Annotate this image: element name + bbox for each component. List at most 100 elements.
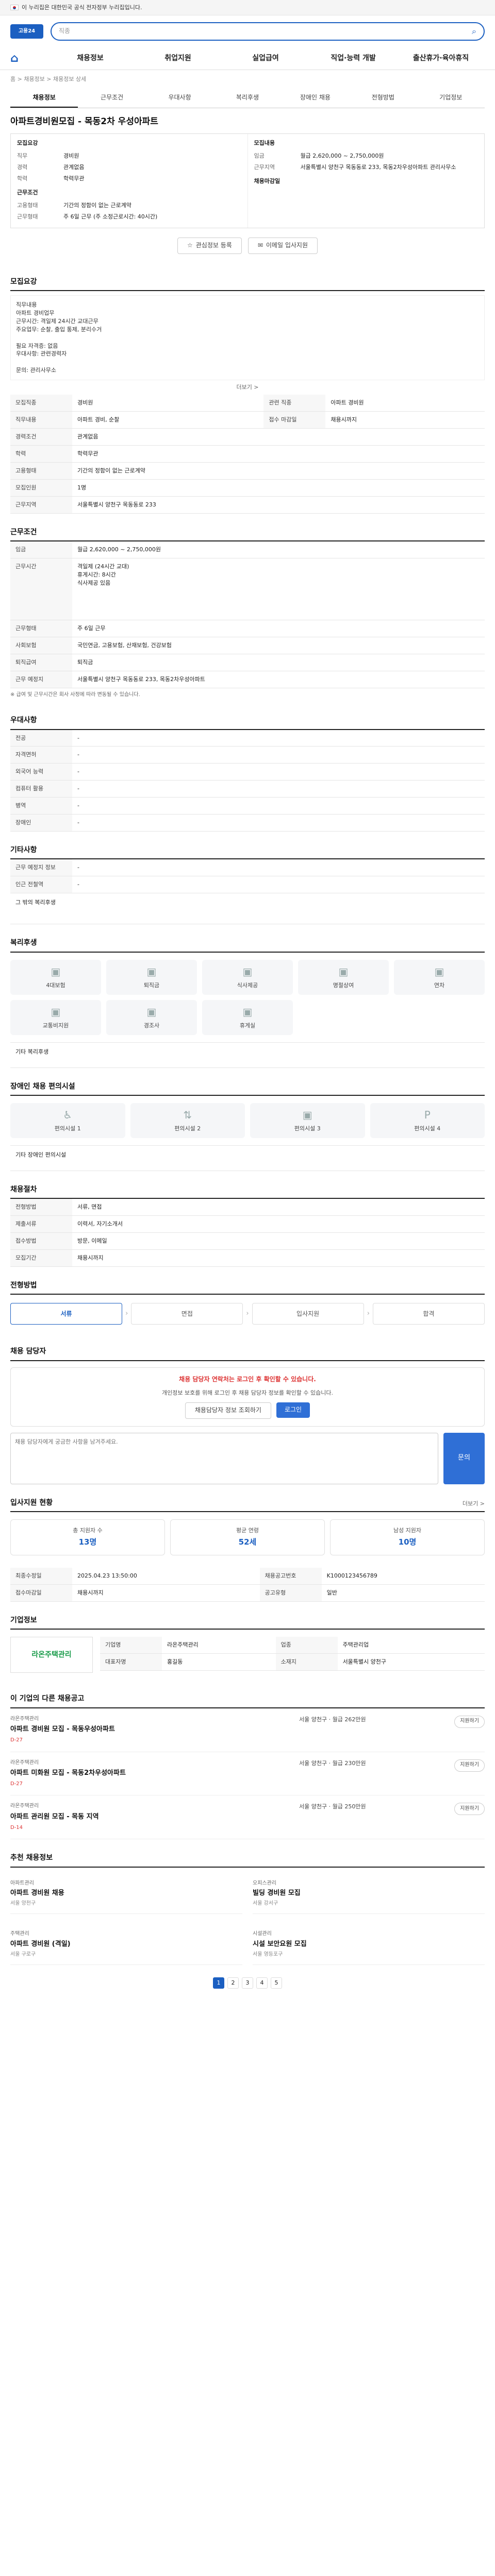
nav-item-leave[interactable]: 출산휴가·육아휴직: [397, 53, 485, 63]
summary-left: 모집요강 직무 경비원 경력 관계없음 학력 학력무관 근무조건 고용형태 기간의 정함…: [11, 134, 248, 228]
near-title[interactable]: 빌딩 경비원 모집: [253, 1889, 485, 1899]
table-key: 최종수정일: [10, 1568, 72, 1585]
tab-process[interactable]: 전형방법: [349, 89, 417, 108]
table-value: 2025.04.23 13:50:00: [72, 1568, 260, 1585]
login-button[interactable]: 로그인: [276, 1402, 310, 1418]
summary-heading: 모집내용: [254, 139, 275, 146]
summary-row: 경력 관계없음: [17, 162, 241, 173]
tab-disabled[interactable]: 장애인 채용: [282, 89, 349, 108]
process-step: 서류: [10, 1303, 123, 1325]
contact-lookup-button[interactable]: 채용담당자 정보 조회하기: [185, 1402, 271, 1419]
work-table: 임금 월급 2,620,000 ~ 2,750,000원 근무시간 격일제 (24시…: [10, 541, 485, 688]
table-key: 직무내용: [10, 411, 72, 429]
favorite-button[interactable]: ☆ 관심정보 등록: [177, 237, 242, 254]
page-button[interactable]: 5: [271, 1977, 282, 1989]
section-title: 장애인 채용 편의시설: [10, 1082, 75, 1091]
meal-icon: ▣: [242, 965, 253, 978]
table-row: 장애인 -: [10, 814, 485, 832]
apply-pill-button[interactable]: 지원하기: [454, 1759, 485, 1772]
nav-item-training[interactable]: 직업·능력 개발: [309, 53, 397, 63]
welfare-extra: 기타 복리후생: [10, 1042, 485, 1068]
list-item[interactable]: 라온주택관리 아파트 미화원 모집 - 목동2차우성아파트 D-27 서울 양천구 …: [10, 1752, 485, 1796]
gift-icon: ▣: [338, 965, 349, 978]
list-item[interactable]: 라온주택관리 아파트 관리원 모집 - 목동 지역 D-14 서울 양천구 · 월급…: [10, 1795, 485, 1840]
nav-item-benefit[interactable]: 실업급여: [222, 53, 309, 63]
page-button[interactable]: 4: [256, 1977, 268, 1989]
calendar-icon: ▣: [434, 965, 444, 978]
parking-icon: P: [424, 1109, 431, 1122]
summary-key: 경력: [17, 163, 28, 171]
tab-welfare[interactable]: 복리후생: [213, 89, 281, 108]
near-title[interactable]: 아파트 경비원 (격일): [10, 1940, 242, 1950]
tab-recruit[interactable]: 채용정보: [10, 89, 78, 108]
page-button[interactable]: 1: [213, 1977, 224, 1989]
table-value: 라온주택관리: [162, 1637, 276, 1654]
near-meta: 서울 영등포구: [253, 1951, 283, 1957]
process-steps: 서류 › 면접 › 입사지원 › 합격: [10, 1295, 485, 1333]
table-key: 임금: [10, 541, 72, 559]
near-card[interactable]: 주택관리 아파트 경비원 (격일) 서울 구로구: [10, 1924, 242, 1965]
recruit-section-heading: 모집요강: [10, 268, 485, 291]
apply-button[interactable]: ✉ 이메일 입사지원: [248, 237, 318, 254]
near-title[interactable]: 시설 보안요원 모집: [253, 1940, 485, 1950]
page-button[interactable]: 3: [242, 1977, 253, 1989]
table-value: 퇴직금: [72, 654, 485, 671]
welfare-card: ▣ 연차: [394, 959, 485, 995]
home-icon[interactable]: ⌂: [10, 50, 46, 67]
summary-heading: 근무조건: [17, 189, 38, 196]
office-table: 전형방법 서류, 면접 제출서류 이력서, 자기소개서 접수방법 방문, 이메일 모집…: [10, 1199, 485, 1267]
contact-alert: 채용 담당자 연락처는 로그인 후 확인할 수 있습니다.: [179, 1375, 316, 1383]
more-link[interactable]: 더보기 >: [463, 1500, 485, 1508]
qa-input[interactable]: [10, 1432, 438, 1484]
page-button[interactable]: 2: [227, 1977, 239, 1989]
section-title: 이 기업의 다른 채용공고: [10, 1694, 85, 1703]
tab-prefer[interactable]: 우대사항: [146, 89, 213, 108]
disabled-extra: 기타 장애인 편의시설: [10, 1145, 485, 1171]
stats-section-heading: 입사지원 현황 더보기 >: [10, 1489, 485, 1513]
near-card[interactable]: 아파트관리 아파트 경비원 채용 서울 양천구: [10, 1874, 242, 1914]
stat-card: 남성 지원자 10명: [330, 1519, 485, 1556]
list-title[interactable]: 아파트 관리원 모집 - 목동 지역: [10, 1812, 294, 1822]
summary-row: 근무지역 서울특별시 양천구 목동동로 233, 목동2차우성아파트 관리사무소: [254, 162, 478, 173]
apply-pill-button[interactable]: 지원하기: [454, 1803, 485, 1816]
table-key: 퇴직급여: [10, 654, 72, 671]
near-company: 아파트관리: [10, 1880, 34, 1886]
stats-cards: 총 지원자 수 13명 평균 연령 52세 남성 지원자 10명: [10, 1512, 485, 1563]
search-input[interactable]: 직종 ⌕: [51, 22, 485, 41]
tab-company[interactable]: 기업정보: [417, 89, 485, 108]
more-link[interactable]: 더보기 >: [10, 380, 485, 395]
search-bar: 고용24 직종 ⌕: [0, 15, 495, 47]
near-card[interactable]: 시설관리 시설 보안요원 모집 서울 영등포구: [253, 1924, 485, 1965]
section-title: 기타사항: [10, 846, 37, 855]
nav-item-jobs[interactable]: 채용정보: [46, 53, 134, 63]
table-row: 근무시간 격일제 (24시간 교대) 휴게시간: 8시간 식사제공 있음: [10, 558, 485, 620]
sofa-icon: ▣: [242, 1006, 253, 1019]
table-key: 제출서류: [10, 1215, 72, 1233]
search-icon[interactable]: ⌕: [472, 25, 476, 37]
list-title[interactable]: 아파트 경비원 모집 - 목동우성아파트: [10, 1725, 294, 1735]
flag-icon: [10, 5, 19, 10]
breadcrumb: 홈 > 채용정보 > 채용정보 상세: [10, 76, 87, 82]
summary-value: 경비원: [63, 152, 79, 159]
table-key: 접수마감일: [10, 1584, 72, 1602]
qa-submit-button[interactable]: 문의: [443, 1432, 485, 1484]
table-row: 전형방법 서류, 면접: [10, 1199, 485, 1216]
near-card[interactable]: 오피스관리 빌딩 경비원 모집 서울 강서구: [253, 1874, 485, 1914]
table-key: 근무시간: [10, 558, 72, 620]
section-title: 전형방법: [10, 1281, 37, 1290]
list-item[interactable]: 라온주택관리 아파트 경비원 모집 - 목동우성아파트 D-27 서울 양천구 · …: [10, 1708, 485, 1752]
table-key: 관련 직종: [263, 395, 326, 412]
list-company: 라온주택관리: [10, 1716, 39, 1722]
site-logo[interactable]: 고용24: [10, 24, 43, 39]
nav-item-support[interactable]: 취업지원: [134, 53, 222, 63]
tab-work[interactable]: 근무조건: [78, 89, 145, 108]
table-value: -: [72, 780, 485, 798]
list-title[interactable]: 아파트 미화원 모집 - 목동2차우성아파트: [10, 1769, 294, 1778]
near-title[interactable]: 아파트 경비원 채용: [10, 1889, 242, 1899]
near-meta: 서울 구로구: [10, 1951, 36, 1957]
office-section-heading: 채용절차: [10, 1176, 485, 1199]
apply-pill-button[interactable]: 지원하기: [454, 1715, 485, 1728]
table-value: 서류, 면접: [72, 1199, 485, 1216]
summary-box: 모집요강 직무 경비원 경력 관계없음 학력 학력무관 근무조건 고용형태 기간의 정함…: [10, 133, 485, 228]
table-row: 모집인원 1명: [10, 479, 485, 497]
